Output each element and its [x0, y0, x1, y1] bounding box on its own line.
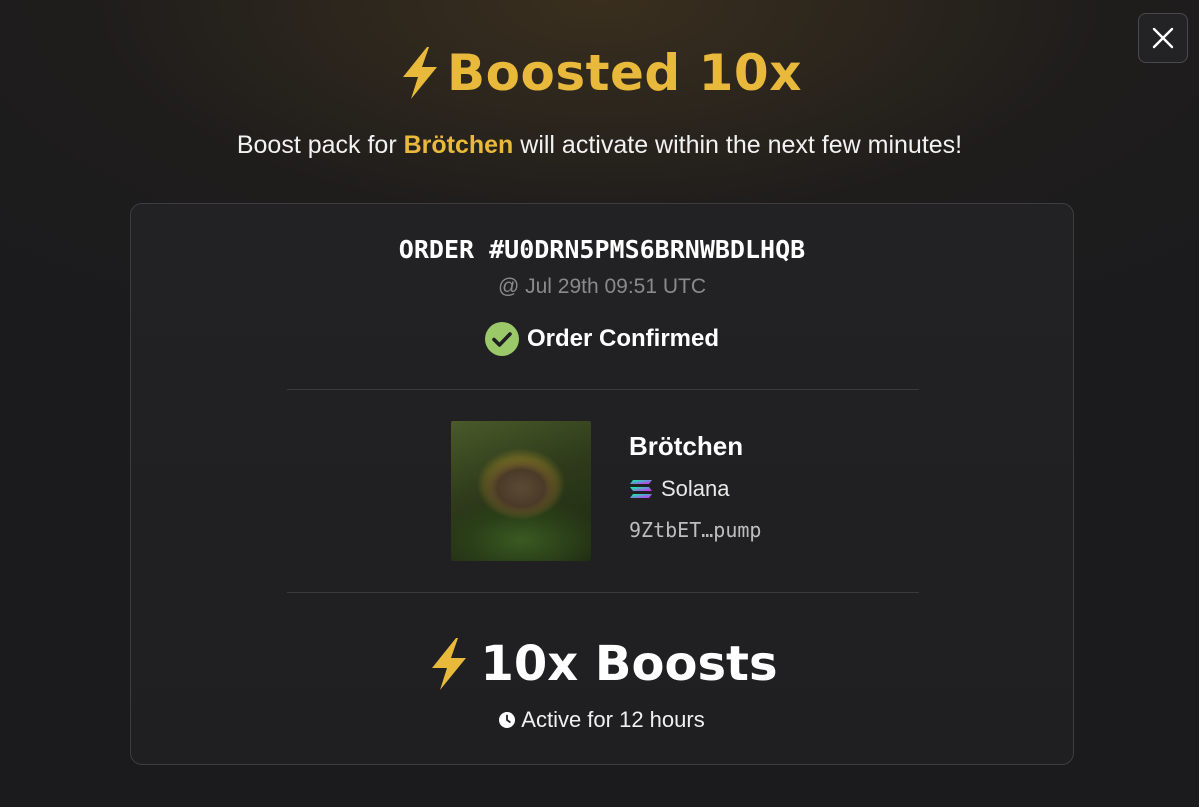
boost-duration-label: Active for 12 hours: [521, 707, 705, 732]
modal-subtitle: Boost pack for Brötchen will activate wi…: [0, 131, 1199, 160]
chain-name: Solana: [661, 476, 730, 501]
divider: [287, 389, 919, 390]
boost-duration: Active for 12 hours: [131, 707, 1073, 733]
token-name: Brötchen: [629, 431, 744, 461]
subtitle-token-name: Brötchen: [403, 131, 514, 159]
token-summary: Brötchen Solana 9ZtbET…pump: [451, 421, 761, 561]
subtitle-suffix: will activate within the next few minute…: [513, 131, 963, 159]
lightning-icon: [403, 47, 438, 99]
token-chain: Solana: [629, 476, 761, 502]
subtitle-prefix: Boost pack for: [236, 131, 404, 159]
divider: [287, 592, 919, 593]
order-id: ORDER #U0DRN5PMS6BRNWBDLHQB: [398, 235, 806, 264]
lightning-icon: [432, 638, 467, 690]
order-timestamp: @ Jul 29th 09:51 UTC: [497, 275, 707, 298]
token-info: Brötchen Solana 9ZtbET…pump: [629, 421, 761, 561]
solana-icon: [630, 480, 652, 498]
modal-title: Boosted 10x: [447, 44, 802, 102]
token-image: [451, 421, 591, 561]
order-card: ORDER #U0DRN5PMS6BRNWBDLHQB @ Jul 29th 0…: [130, 203, 1074, 765]
boost-summary: 10x Boosts: [131, 636, 1073, 692]
token-address[interactable]: 9ZtbET…pump: [629, 518, 761, 542]
order-status-label: Order Confirmed: [526, 325, 720, 352]
check-circle-icon: [484, 322, 519, 356]
modal-title-row: Boosted 10x: [0, 44, 1199, 102]
order-status: Order Confirmed: [131, 322, 1073, 356]
boost-label: 10x Boosts: [480, 636, 778, 692]
clock-icon: [499, 712, 516, 728]
